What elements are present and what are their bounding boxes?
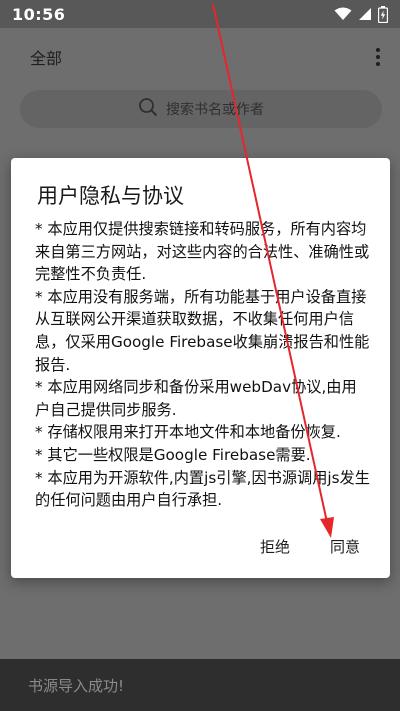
reject-button[interactable]: 拒绝 <box>260 536 290 557</box>
dialog-paragraph: * 本应用没有服务端，所有功能基于用户设备直接从互联网公开渠道获取数据，不收集任… <box>35 287 370 374</box>
signal-icon <box>358 7 372 21</box>
toast: 书源导入成功! <box>0 659 400 711</box>
status-icons <box>334 5 388 23</box>
dialog-body: * 本应用仅提供搜索链接和转码服务，所有内容均来自第三方网站，对这些内容的合法性… <box>35 218 371 512</box>
wifi-icon <box>334 7 352 21</box>
search-icon <box>138 97 158 121</box>
bookshelf-group-title[interactable]: 全部 <box>30 45 62 69</box>
dialog-paragraph: * 本应用网络同步和备份采用webDav协议,由用户自己提供同步服务. <box>35 378 357 419</box>
dialog-paragraph: * 存储权限用来打开本地文件和本地备份恢复. <box>35 423 341 442</box>
dialog-paragraph: * 其它一些权限是Google Firebase需要. <box>35 445 311 464</box>
dialog-title: 用户隐私与协议 <box>37 184 184 208</box>
status-bar: 10:56 <box>0 0 400 28</box>
search-input[interactable]: 搜索书名或作者 <box>20 90 382 128</box>
toast-message: 书源导入成功! <box>28 676 125 695</box>
status-time: 10:56 <box>12 4 66 24</box>
more-vert-icon[interactable] <box>370 45 386 69</box>
dialog-paragraph: * 本应用为开源软件,内置js引擎,因书源调用js发生的任何问题由用户自行承担. <box>35 468 370 510</box>
privacy-dialog: 用户隐私与协议 * 本应用仅提供搜索链接和转码服务，所有内容均来自第三方网站，对… <box>11 158 390 578</box>
battery-icon <box>378 5 388 23</box>
accept-button[interactable]: 同意 <box>330 536 360 557</box>
dialog-paragraph: * 本应用仅提供搜索链接和转码服务，所有内容均来自第三方网站，对这些内容的合法性… <box>35 220 370 284</box>
app-bar: 全部 <box>0 28 400 86</box>
dialog-actions: 拒绝 同意 <box>260 536 360 557</box>
search-placeholder: 搜索书名或作者 <box>166 102 264 118</box>
